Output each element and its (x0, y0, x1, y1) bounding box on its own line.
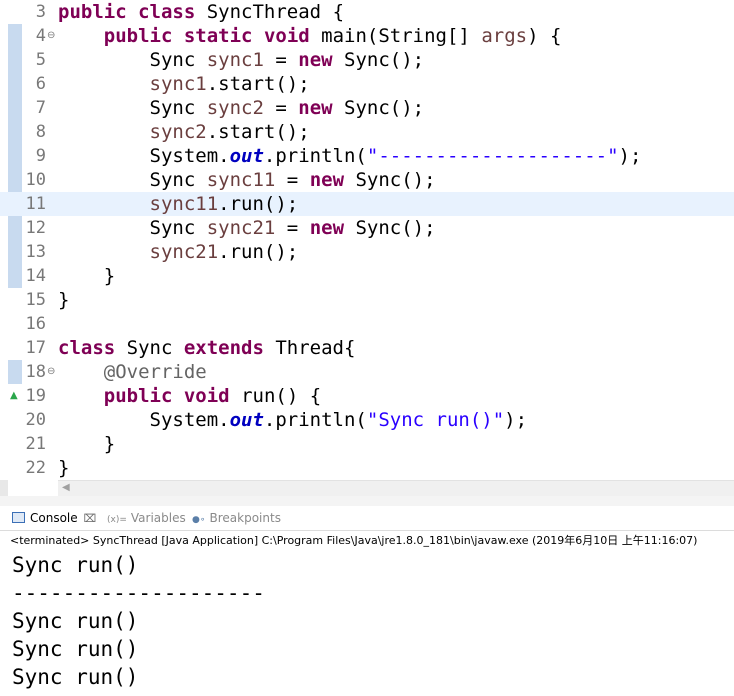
line-number: 5 (35, 50, 46, 70)
code-text: System.out.println("Sync run()"); (58, 409, 528, 431)
line-number: 19 (25, 386, 46, 406)
console-output-line: Sync run() (12, 553, 139, 577)
code-text: sync2.start(); (149, 121, 310, 143)
line-number: 11 (25, 194, 46, 214)
code-text: class Sync extends Thread{ (58, 337, 356, 359)
code-line[interactable]: 11 sync11.run(); (0, 192, 734, 216)
code-text: public void run() { (103, 385, 322, 407)
code-text: Sync sync2 = new Sync(); (58, 97, 425, 119)
line-number: 9 (35, 146, 46, 166)
code-line[interactable]: 12 Sync sync21 = new Sync(); (0, 216, 734, 240)
code-line[interactable]: 5 Sync sync1 = new Sync(); (0, 48, 734, 72)
line-number: 14 (25, 266, 46, 286)
tab-console-label: Console (30, 511, 78, 525)
breakpoints-icon: ●∘ (192, 515, 206, 525)
code-text: } (58, 265, 116, 287)
code-line[interactable]: 8 sync2.start(); (0, 120, 734, 144)
code-line[interactable]: 3 public class SyncThread { (0, 0, 734, 24)
code-text: Sync sync21 = new Sync(); (58, 217, 436, 239)
console-tab-bar: Console ⌧ (x)= Variables ●∘ Breakpoints (0, 506, 734, 531)
code-line[interactable]: 20 System.out.println("Sync run()"); (0, 408, 734, 432)
code-text: public static void main(String[] args) { (103, 25, 562, 47)
line-number: 4 (35, 26, 46, 46)
code-line[interactable]: 6 sync1.start(); (0, 72, 734, 96)
code-text: Sync sync11 = new Sync(); (58, 169, 436, 191)
code-editor[interactable]: 3 public class SyncThread {4 ⊖ public stat… (0, 0, 734, 480)
tab-variables[interactable]: (x)= Variables (107, 506, 186, 530)
console-output-line: Sync run() (12, 637, 139, 661)
line-number: 21 (25, 434, 46, 454)
code-line[interactable]: 4 ⊖ public static void main(String[] args… (0, 24, 734, 48)
code-line[interactable]: 13 sync21.run(); (0, 240, 734, 264)
console-icon (12, 512, 25, 523)
line-number: 12 (25, 218, 46, 238)
code-text: sync11.run(); (149, 193, 299, 215)
line-number: 13 (25, 242, 46, 262)
tab-breakpoints-label: Breakpoints (209, 511, 281, 525)
code-line[interactable]: 17 class Sync extends Thread{ (0, 336, 734, 360)
code-text: } (58, 289, 70, 311)
code-text: @Override (103, 361, 207, 383)
line-number: 22 (25, 458, 46, 478)
line-number: 15 (25, 290, 46, 310)
code-text: sync21.run(); (149, 241, 299, 263)
console-status-line: <terminated> SyncThread [Java Applicatio… (10, 534, 698, 547)
code-line[interactable]: 19 ▲ public void run() { (0, 384, 734, 408)
code-line[interactable]: 15} (0, 288, 734, 312)
line-number: 17 (25, 338, 46, 358)
fold-toggle-icon[interactable]: ⊖ (47, 24, 57, 48)
view-separator (0, 496, 734, 506)
horizontal-scrollbar[interactable]: ◀ (58, 480, 734, 497)
code-line[interactable]: 22} (0, 456, 734, 480)
code-line[interactable]: 7 Sync sync2 = new Sync(); (0, 96, 734, 120)
console-output-line: Sync run() (12, 665, 139, 689)
line-number: 8 (35, 122, 46, 142)
tab-breakpoints[interactable]: ●∘ Breakpoints (192, 506, 281, 530)
code-line[interactable]: 10 Sync sync11 = new Sync(); (0, 168, 734, 192)
scroll-left-icon[interactable]: ◀ (62, 482, 70, 493)
console-output-line: -------------------- (12, 581, 265, 605)
fold-toggle-icon[interactable]: ⊖ (47, 360, 57, 384)
code-text: System.out.println("--------------------… (58, 145, 642, 167)
line-number: 18 (25, 362, 46, 382)
code-line[interactable]: 21 } (0, 432, 734, 456)
tab-console[interactable]: Console ⌧ (12, 506, 96, 530)
code-text: sync1.start(); (149, 73, 310, 95)
line-number: 3 (35, 2, 46, 22)
code-text: } (58, 457, 70, 479)
code-text: Sync sync1 = new Sync(); (58, 49, 425, 71)
console-output-line: Sync run() (12, 609, 139, 633)
line-number: 10 (25, 170, 46, 190)
code-line[interactable]: 14 } (0, 264, 734, 288)
override-marker-icon[interactable]: ▲ (10, 384, 18, 408)
code-text: public class SyncThread { (58, 1, 345, 23)
variables-icon: (x)= (107, 515, 127, 525)
editor-left-bar (0, 480, 8, 496)
tab-variables-label: Variables (130, 511, 186, 525)
line-number: 16 (25, 314, 46, 334)
close-icon[interactable]: ⌧ (84, 507, 97, 531)
code-line[interactable]: 9 System.out.println("------------------… (0, 144, 734, 168)
line-number: 7 (35, 98, 46, 118)
code-line[interactable]: 18 ⊖ @Override (0, 360, 734, 384)
code-line[interactable]: 16 (0, 312, 734, 336)
line-number: 20 (25, 410, 46, 430)
code-text: } (58, 433, 116, 455)
line-number: 6 (35, 74, 46, 94)
